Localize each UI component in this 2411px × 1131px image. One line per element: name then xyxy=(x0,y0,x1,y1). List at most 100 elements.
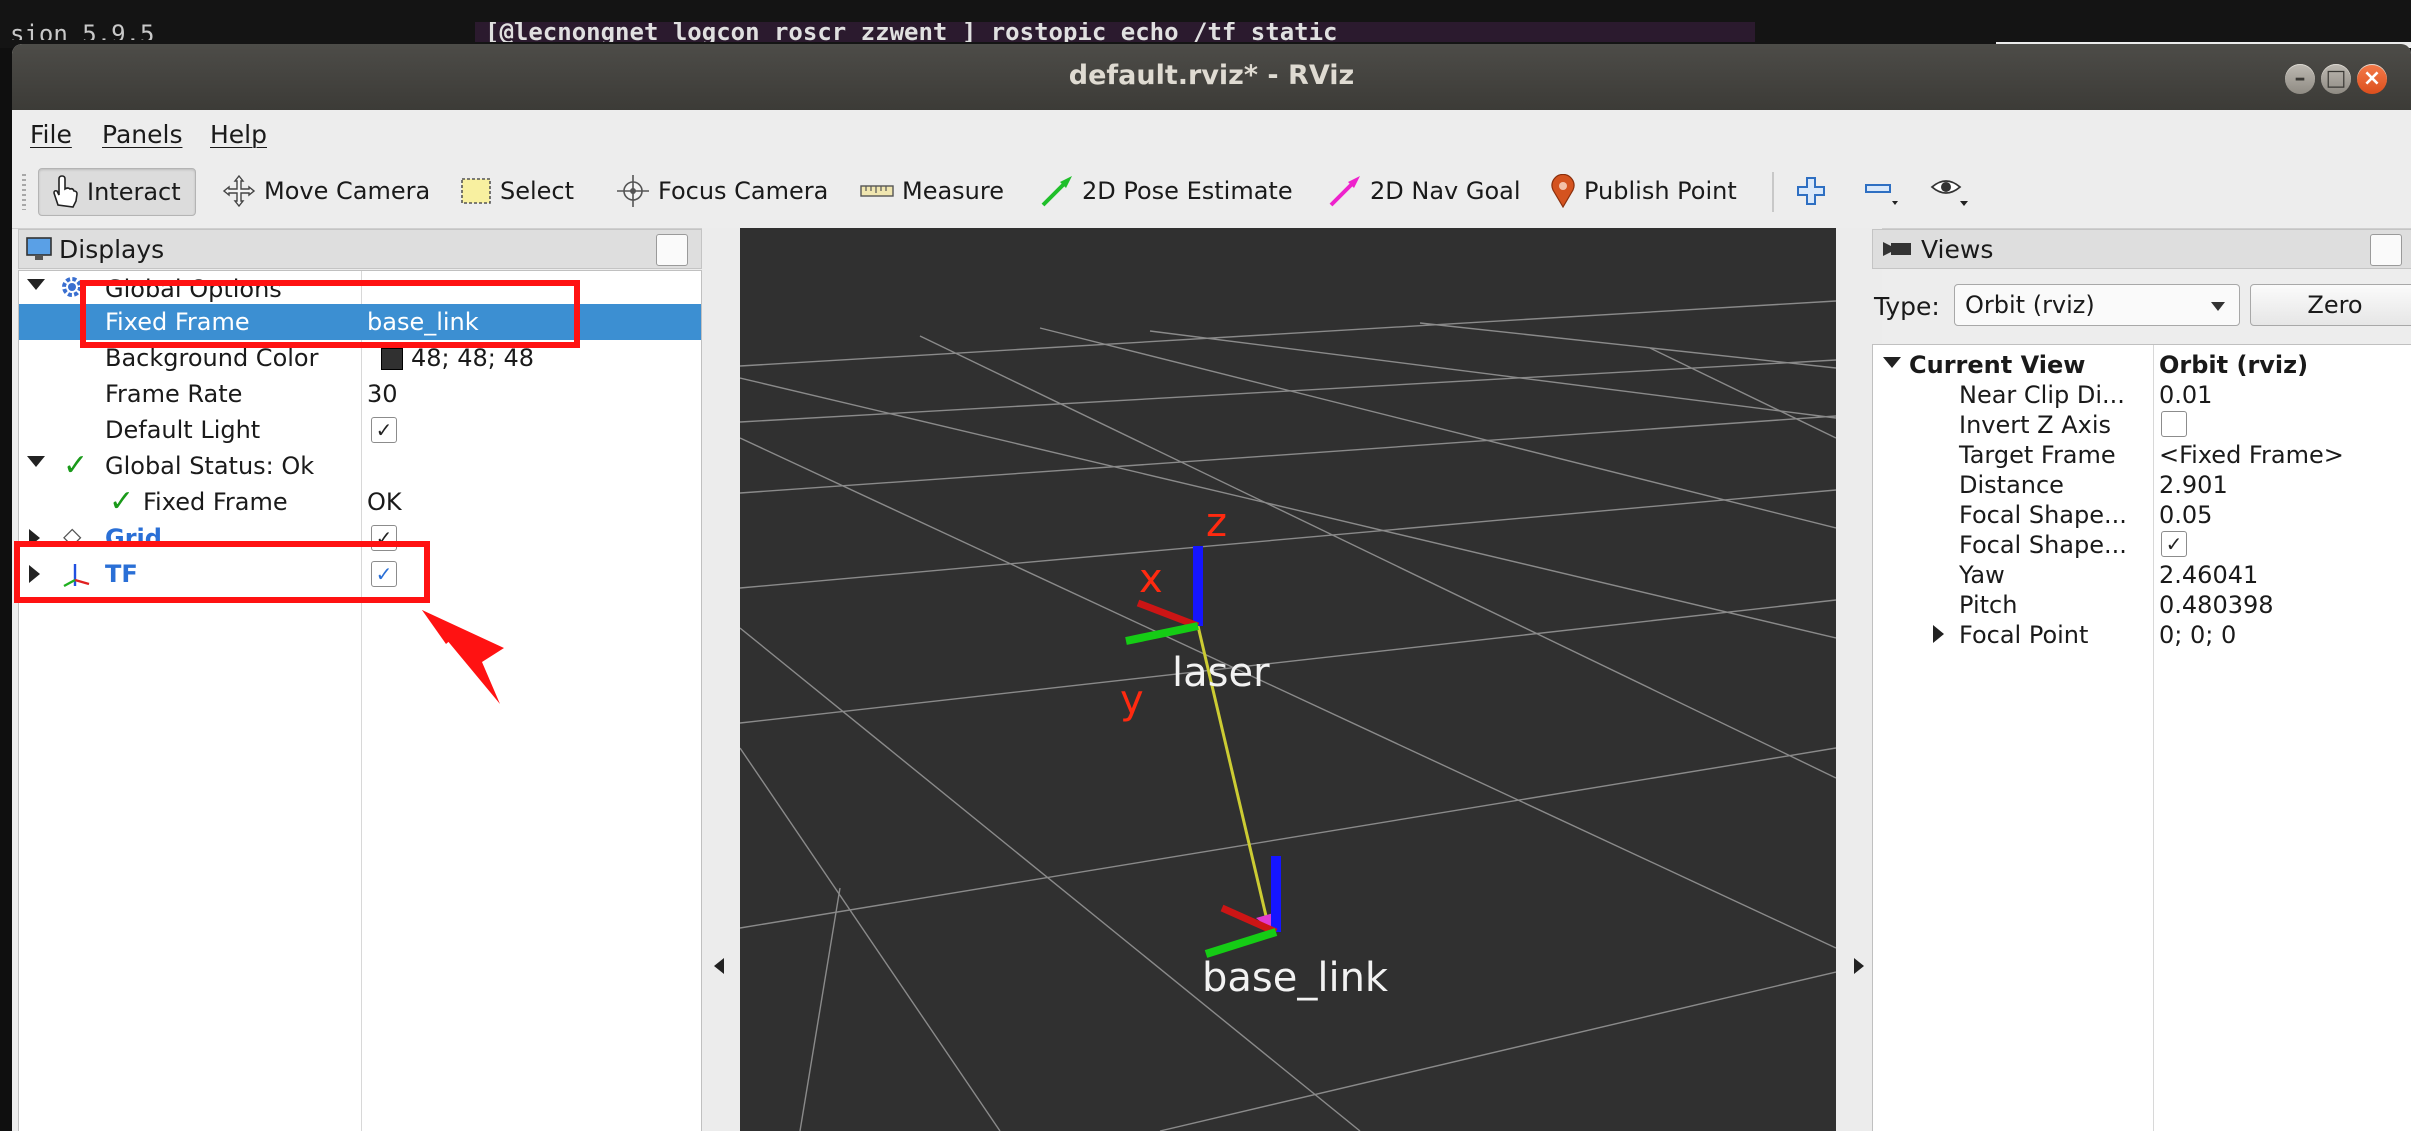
view-type-value: Orbit (rviz) xyxy=(1965,291,2095,319)
tree-row-label: Global Status: Ok xyxy=(105,452,315,480)
invert-z-checkbox[interactable] xyxy=(2161,411,2187,437)
views-row-label: Pitch xyxy=(1959,591,2018,619)
menu-bar: File Panels Help xyxy=(12,110,2411,154)
zero-button[interactable]: Zero xyxy=(2250,284,2411,326)
maximize-icon[interactable]: □ xyxy=(2321,64,2351,94)
tool-interact[interactable]: Interact xyxy=(38,168,196,216)
render-viewport[interactable]: z x y laser base_link xyxy=(740,228,1836,1131)
views-row-near-clip[interactable]: Near Clip Di... 0.01 xyxy=(1873,379,2411,409)
focus-camera-icon xyxy=(617,175,649,207)
views-row-focal-point[interactable]: Focal Point 0; 0; 0 xyxy=(1873,619,2411,649)
views-row-label: Focal Point xyxy=(1959,621,2089,649)
tool-publish-point-label: Publish Point xyxy=(1584,177,1737,205)
ruler-icon xyxy=(860,185,894,197)
views-row-label: Current View xyxy=(1909,351,2086,379)
base-link-frame-axes xyxy=(1204,856,1281,958)
visibility-tool-button[interactable] xyxy=(1930,168,1978,214)
axis-label-y: y xyxy=(1120,677,1144,723)
displays-panel-title: Displays xyxy=(59,234,165,264)
tool-select[interactable]: Select xyxy=(460,168,574,214)
expand-arrow-icon[interactable] xyxy=(27,456,45,467)
focal-shape-checkbox[interactable]: ✓ xyxy=(2161,531,2187,557)
views-row-value[interactable]: 0.01 xyxy=(2159,381,2212,409)
annotation-box-fixed-frame xyxy=(80,280,580,348)
views-undock-button[interactable] xyxy=(2370,234,2402,266)
tree-row-global-status[interactable]: ✓ Global Status: Ok xyxy=(19,448,701,484)
views-row-distance[interactable]: Distance 2.901 xyxy=(1873,469,2411,499)
views-row-label: Distance xyxy=(1959,471,2064,499)
frame-label-laser: laser xyxy=(1172,650,1270,696)
terminal-left-text: sion 5.9.5 xyxy=(10,20,155,40)
menu-panels[interactable]: Panels xyxy=(102,120,182,149)
frame-label-base-link: base_link xyxy=(1202,955,1389,1001)
tree-row-label: Fixed Frame xyxy=(143,488,288,516)
toolbar-grip[interactable] xyxy=(22,174,26,210)
collapse-left-icon[interactable] xyxy=(714,958,724,974)
hand-pointer-icon xyxy=(53,175,78,208)
add-tool-button[interactable] xyxy=(1796,168,1834,214)
views-row-value[interactable]: <Fixed Frame> xyxy=(2159,441,2344,469)
views-row-focal-shape-fixed[interactable]: Focal Shape... ✓ xyxy=(1873,529,2411,559)
displays-undock-button[interactable] xyxy=(656,234,688,266)
views-row-current-view[interactable]: Current View Orbit (rviz) xyxy=(1873,349,2411,379)
tree-row-value: OK xyxy=(367,488,402,516)
views-row-label: Near Clip Di... xyxy=(1959,381,2125,409)
annotation-arrow-icon xyxy=(422,610,504,704)
views-row-value[interactable]: 0; 0; 0 xyxy=(2159,621,2236,649)
tool-select-label: Select xyxy=(500,177,575,205)
collapse-arrow-icon[interactable] xyxy=(1933,625,1944,643)
views-row-label: Target Frame xyxy=(1959,441,2116,469)
select-box-icon xyxy=(461,178,491,204)
tree-row-value[interactable]: 30 xyxy=(367,380,398,408)
tool-move-camera[interactable]: Move Camera xyxy=(222,168,430,214)
expand-arrow-icon[interactable] xyxy=(1883,357,1901,368)
remove-tool-button[interactable] xyxy=(1864,168,1908,214)
tree-row-value[interactable]: 48; 48; 48 xyxy=(411,344,534,372)
color-swatch[interactable] xyxy=(381,348,403,370)
tool-2d-pose-estimate-label: 2D Pose Estimate xyxy=(1082,177,1293,205)
menu-help[interactable]: Help xyxy=(210,120,267,149)
tree-row-status-fixed-frame[interactable]: ✓ Fixed Frame OK xyxy=(19,484,701,520)
views-tree: Current View Orbit (rviz) Near Clip Di..… xyxy=(1872,344,2411,1131)
close-icon[interactable]: × xyxy=(2357,64,2387,94)
displays-tree: Global Options Fixed Frame base_link Bac… xyxy=(18,270,702,1131)
title-bar[interactable]: default.rviz* - RViz – □ × xyxy=(12,44,2411,110)
ground-grid xyxy=(740,300,1836,1131)
green-arrow-icon xyxy=(1041,176,1072,207)
left-splitter[interactable] xyxy=(702,228,740,1131)
views-row-value[interactable]: 0.480398 xyxy=(2159,591,2274,619)
check-icon: ✓ xyxy=(109,484,135,519)
tool-measure[interactable]: Measure xyxy=(860,168,1004,214)
views-row-label: Focal Shape... xyxy=(1959,531,2127,559)
collapse-right-icon[interactable] xyxy=(1854,958,1864,974)
tree-row-default-light[interactable]: Default Light ✓ xyxy=(19,412,701,448)
menu-file[interactable]: File xyxy=(30,120,72,149)
views-row-value[interactable]: 0.05 xyxy=(2159,501,2212,529)
tree-row-label: Default Light xyxy=(105,416,261,444)
views-row-yaw[interactable]: Yaw 2.46041 xyxy=(1873,559,2411,589)
scene-canvas[interactable]: z x y laser base_link xyxy=(740,228,1836,1131)
displays-panel-header: Displays xyxy=(18,229,702,269)
minimize-icon[interactable]: – xyxy=(2285,64,2315,94)
view-type-select[interactable]: Orbit (rviz) xyxy=(1954,284,2240,326)
tool-2d-nav-goal[interactable]: 2D Nav Goal xyxy=(1328,168,1521,214)
eye-icon xyxy=(1930,180,1968,206)
tree-row-frame-rate[interactable]: Frame Rate 30 xyxy=(19,376,701,412)
tool-publish-point[interactable]: Publish Point xyxy=(1550,168,1737,214)
views-panel-title: Views xyxy=(1921,234,1994,264)
map-pin-icon xyxy=(1551,174,1575,208)
zero-button-label: Zero xyxy=(2307,291,2363,319)
default-light-checkbox[interactable]: ✓ xyxy=(371,417,397,443)
background-terminal: sion 5.9.5 [@lecnongnet logcon roscr zzw… xyxy=(0,0,2411,48)
views-row-invert-z[interactable]: Invert Z Axis xyxy=(1873,409,2411,439)
views-row-pitch[interactable]: Pitch 0.480398 xyxy=(1873,589,2411,619)
views-row-value[interactable]: 2.46041 xyxy=(2159,561,2258,589)
tool-interact-label: Interact xyxy=(87,178,181,206)
views-row-target-frame[interactable]: Target Frame <Fixed Frame> xyxy=(1873,439,2411,469)
expand-arrow-icon[interactable] xyxy=(27,279,45,290)
tool-2d-pose-estimate[interactable]: 2D Pose Estimate xyxy=(1040,168,1293,214)
tree-row-label: Frame Rate xyxy=(105,380,243,408)
views-row-focal-shape-size[interactable]: Focal Shape... 0.05 xyxy=(1873,499,2411,529)
tool-focus-camera[interactable]: Focus Camera xyxy=(616,168,828,214)
views-row-value[interactable]: 2.901 xyxy=(2159,471,2228,499)
